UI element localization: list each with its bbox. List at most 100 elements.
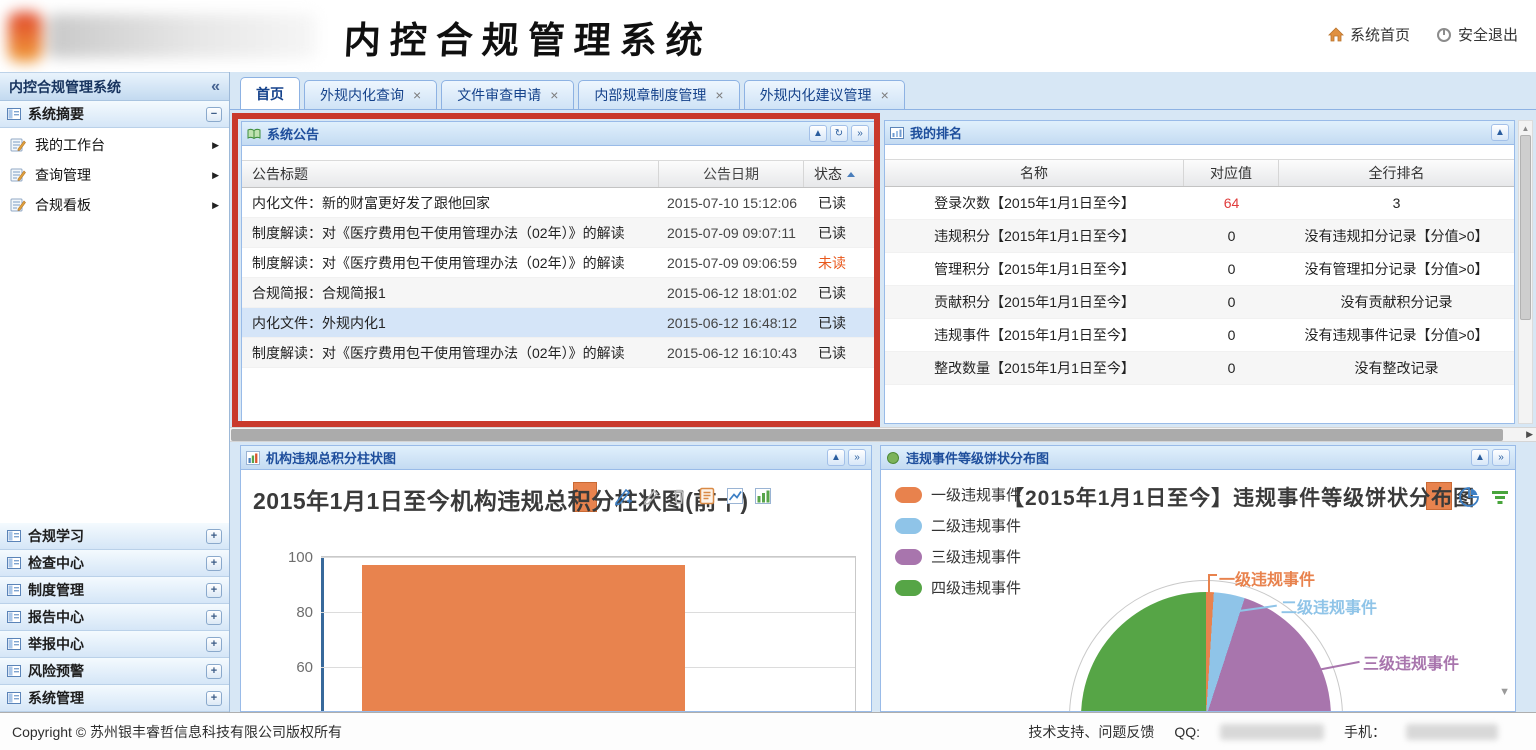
edit-add-icon[interactable] [613,486,633,506]
edit-note-icon [10,197,26,213]
sidebar-title: 内控合规管理系统 « [0,72,229,101]
vertical-scrollbar[interactable]: ▲ [1518,120,1533,424]
pie-toolbar [1458,486,1515,508]
logout-link[interactable]: 安全退出 [1436,24,1518,45]
tab-bar: 首页 外规内化查询 × 文件审查申请 × 内部规章制度管理 × 外规内化建议管理… [230,72,1536,110]
ranking-table-body: 登录次数【2015年1月1日至今】 64 3 违规积分【2015年1月1日至今】… [885,187,1514,385]
pie-chart-title: 【2015年1月1日至今】违规事件等级饼状分布图 [1003,482,1475,512]
collapse-section-button[interactable]: − [206,107,222,122]
scroll-up-icon[interactable]: ▲ [1522,121,1530,135]
sidebar-accordion-header[interactable]: 检查中心 + [0,550,229,577]
sidebar-accordion-header[interactable]: 合规学习 + [0,523,229,550]
legend-item[interactable]: 三级违规事件 [895,546,1021,567]
sidebar-section-summary[interactable]: 系统摘要 − [0,101,229,128]
ranking-row[interactable]: 违规事件【2015年1月1日至今】 0 没有违规事件记录【分值>0】 [885,319,1514,352]
legend-item[interactable]: 四级违规事件 [895,577,1021,598]
copyright-text: Copyright © 苏州银丰睿哲信息科技有限公司版权所有 [12,722,342,742]
report-icon[interactable] [697,486,717,506]
expand-section-button[interactable]: + [206,529,222,544]
ranking-row[interactable]: 整改数量【2015年1月1日至今】 0 没有整改记录 [885,352,1514,385]
collapse-panel-button[interactable]: ▲ [827,449,845,466]
tab-close-icon[interactable]: × [550,88,558,102]
legend-item[interactable]: 一级违规事件 [895,484,1021,505]
scroll-right-icon[interactable]: ▶ [1526,429,1533,440]
edit-icon[interactable] [641,486,661,506]
expand-section-button[interactable]: + [206,637,222,652]
pie-callout-label: 一级违规事件 [1219,566,1315,590]
sidebar-accordion-header[interactable]: 制度管理 + [0,577,229,604]
sidebar-menu-item[interactable]: 查询管理 ▶ [0,160,229,190]
ranking-panel-header: 我的排名 ▲ [885,121,1514,145]
announcement-row[interactable]: 制度解读：对《医疗费用包干使用管理办法（02年）》的解读 2015-07-09 … [242,218,874,248]
support-text: 技术支持、问题反馈 [1028,722,1154,742]
tab[interactable]: 外规内化建议管理 × [744,80,905,109]
sidebar-menu-item[interactable]: 我的工作台 ▶ [0,130,229,160]
expand-section-button[interactable]: + [206,610,222,625]
bar-rect[interactable] [362,565,685,711]
expand-panel-button[interactable]: » [851,125,869,142]
column-chart-icon[interactable] [753,486,773,506]
horizontal-scrollbar[interactable]: ▶ [230,427,1536,442]
sidebar-menu-item[interactable]: 合规看板 ▶ [0,190,229,220]
announcements-table-body: 内化文件：新的财富更好发了跟他回家 2015-07-10 15:12:06 已读… [242,188,874,368]
ranking-panel: 我的排名 ▲ 名称 对应值 全行排名 登录次数【2015年1月1日至今】 64 [884,120,1515,424]
chart-mini-icon [890,126,904,140]
expand-section-button[interactable]: + [206,691,222,706]
sidebar-accordions: 合规学习 + 检查中心 + 制度管理 + [0,523,229,712]
scroll-down-icon[interactable]: ▼ [1499,686,1510,698]
pie-callout-label: 二级违规事件 [1281,594,1377,618]
expand-panel-button[interactable]: » [848,449,866,466]
tab[interactable]: 首页 [240,77,300,109]
tab-close-icon[interactable]: × [715,88,723,102]
announcement-row[interactable]: 制度解读：对《医疗费用包干使用管理办法（02年）》的解读 2015-07-09 … [242,248,874,278]
home-link[interactable]: 系统首页 [1328,24,1410,45]
sidebar-accordion-header[interactable]: 举报中心 + [0,631,229,658]
ranking-row[interactable]: 违规积分【2015年1月1日至今】 0 没有违规扣分记录【分值>0】 [885,220,1514,253]
sidebar-collapse-icon[interactable]: « [211,79,220,95]
pie-chart-icon[interactable] [1458,486,1480,508]
ranking-row[interactable]: 贡献积分【2015年1月1日至今】 0 没有贡献积分记录 [885,286,1514,319]
announcement-row[interactable]: 内化文件：外规内化1 2015-06-12 16:48:12 已读 [242,308,874,338]
panel-icon [7,664,21,678]
collapse-panel-button[interactable]: ▲ [809,125,827,142]
refresh-panel-button[interactable]: ↻ [830,125,848,142]
tab-close-icon[interactable]: × [881,88,889,102]
sidebar-accordion-header[interactable]: 风险预警 + [0,658,229,685]
qq-label: QQ: [1174,724,1200,740]
announcement-row[interactable]: 制度解读：对《医疗费用包干使用管理办法（02年）》的解读 2015-06-12 … [242,338,874,368]
tab-close-icon[interactable]: × [413,88,421,102]
pie-callout-label: 三级违规事件 [1363,650,1459,674]
green-dot-icon [886,451,900,465]
expand-section-button[interactable]: + [206,664,222,679]
collapse-panel-button[interactable]: ▲ [1491,124,1509,141]
sidebar-accordion-header[interactable]: 报告中心 + [0,604,229,631]
line-chart-icon[interactable] [725,486,745,506]
legend-item[interactable]: 二级违规事件 [895,515,1021,536]
sidebar-accordion-header[interactable]: 系统管理 + [0,685,229,712]
vertical-scroll-thumb[interactable] [1520,135,1531,320]
sort-asc-icon [847,172,855,177]
book-icon [247,127,261,141]
collapse-panel-button[interactable]: ▲ [1471,449,1489,466]
tab[interactable]: 内部规章制度管理 × [578,80,739,109]
announcement-row[interactable]: 内化文件：新的财富更好发了跟他回家 2015-07-10 15:12:06 已读 [242,188,874,218]
expand-section-button[interactable]: + [206,583,222,598]
tab[interactable]: 文件审查申请 × [441,80,574,109]
qq-number-blurred [1220,724,1324,740]
footer: Copyright © 苏州银丰睿哲信息科技有限公司版权所有 技术支持、问题反馈… [0,712,1536,750]
delete-icon[interactable] [669,486,689,506]
y-tick-label: 100 [273,549,313,566]
funnel-icon[interactable] [1491,487,1509,507]
tab[interactable]: 外规内化查询 × [304,80,437,109]
phone-number-blurred [1406,724,1498,740]
chevron-right-icon: ▶ [212,200,219,211]
ranking-row[interactable]: 管理积分【2015年1月1日至今】 0 没有管理扣分记录【分值>0】 [885,253,1514,286]
callout-line [1208,574,1217,598]
announcement-row[interactable]: 合规简报：合规简报1 2015-06-12 18:01:02 已读 [242,278,874,308]
ranking-row[interactable]: 登录次数【2015年1月1日至今】 64 3 [885,187,1514,220]
y-tick-label: 60 [273,659,313,676]
announcements-table-header: 公告标题 公告日期 状态 [242,160,874,188]
expand-panel-button[interactable]: » [1492,449,1510,466]
horizontal-scroll-thumb[interactable] [231,429,1503,441]
expand-section-button[interactable]: + [206,556,222,571]
